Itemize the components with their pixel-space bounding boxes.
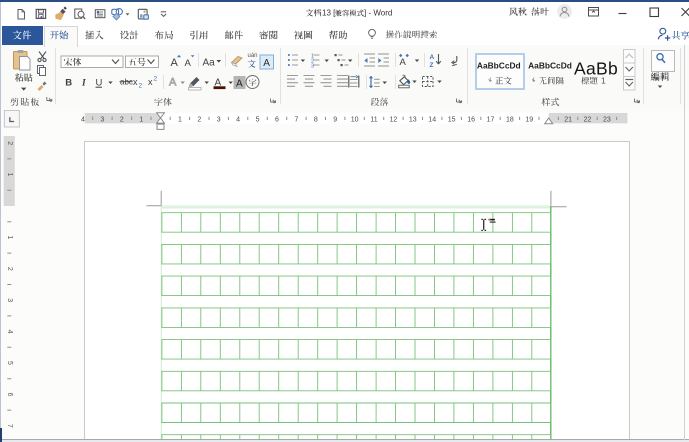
svg-text:21: 21 — [564, 116, 572, 123]
svg-text:5: 5 — [256, 116, 260, 123]
svg-text:7: 7 — [6, 424, 13, 428]
svg-text:18: 18 — [506, 116, 514, 123]
svg-text:1: 1 — [601, 76, 606, 86]
svg-text:2: 2 — [154, 76, 158, 83]
svg-text:AaBb: AaBb — [574, 59, 618, 79]
svg-text:5: 5 — [6, 361, 13, 365]
svg-text:1: 1 — [6, 235, 13, 239]
svg-text:13: 13 — [409, 116, 417, 123]
svg-text:uán: uán — [248, 53, 258, 59]
svg-text:A: A — [430, 54, 435, 61]
svg-text:9: 9 — [333, 116, 337, 123]
svg-text:A: A — [236, 78, 243, 89]
svg-text:11: 11 — [370, 116, 377, 123]
svg-text:AaBbCcDd: AaBbCcDd — [477, 60, 521, 70]
svg-text:22: 22 — [584, 116, 592, 123]
svg-text:3: 3 — [311, 64, 314, 70]
svg-text:6: 6 — [275, 116, 279, 123]
svg-text:7: 7 — [294, 116, 298, 123]
svg-text:1: 1 — [139, 116, 143, 123]
svg-text:4: 4 — [6, 330, 13, 334]
svg-text:12: 12 — [390, 116, 398, 123]
svg-text:2: 2 — [139, 83, 143, 90]
svg-text:U: U — [96, 77, 103, 88]
svg-text:A: A — [185, 58, 192, 69]
svg-text:13 [: 13 [ — [322, 9, 336, 18]
svg-text:15: 15 — [448, 116, 456, 123]
svg-text:2: 2 — [6, 267, 13, 271]
svg-text:x: x — [133, 77, 138, 87]
svg-text:A: A — [263, 58, 270, 69]
svg-text:] - Word: ] - Word — [364, 9, 392, 18]
svg-text:AaBbCcDd: AaBbCcDd — [528, 60, 572, 70]
svg-text:B: B — [65, 77, 72, 88]
svg-text:2: 2 — [197, 116, 201, 123]
svg-text:23: 23 — [603, 116, 611, 123]
svg-text:6: 6 — [6, 392, 13, 396]
svg-text:Aa: Aa — [203, 58, 216, 69]
svg-text:14: 14 — [428, 116, 436, 123]
svg-text:19: 19 — [525, 116, 533, 123]
svg-text:1: 1 — [6, 173, 13, 177]
svg-text:2: 2 — [6, 141, 13, 145]
svg-text:A: A — [400, 57, 407, 68]
svg-text:10: 10 — [351, 116, 359, 123]
svg-text:A: A — [169, 77, 177, 89]
svg-text:2: 2 — [120, 116, 124, 123]
svg-text:x: x — [148, 77, 153, 87]
svg-text:3: 3 — [6, 298, 13, 302]
svg-text:A: A — [171, 57, 179, 69]
svg-text:4: 4 — [236, 116, 240, 123]
svg-text:3: 3 — [100, 116, 104, 123]
svg-text:3: 3 — [217, 116, 221, 123]
svg-text:1: 1 — [178, 116, 182, 123]
svg-text:8: 8 — [314, 116, 318, 123]
svg-text:17: 17 — [487, 116, 495, 123]
svg-text:4: 4 — [81, 116, 85, 123]
svg-text:16: 16 — [467, 116, 475, 123]
svg-text:I: I — [81, 78, 86, 88]
svg-text:Z: Z — [430, 62, 434, 69]
